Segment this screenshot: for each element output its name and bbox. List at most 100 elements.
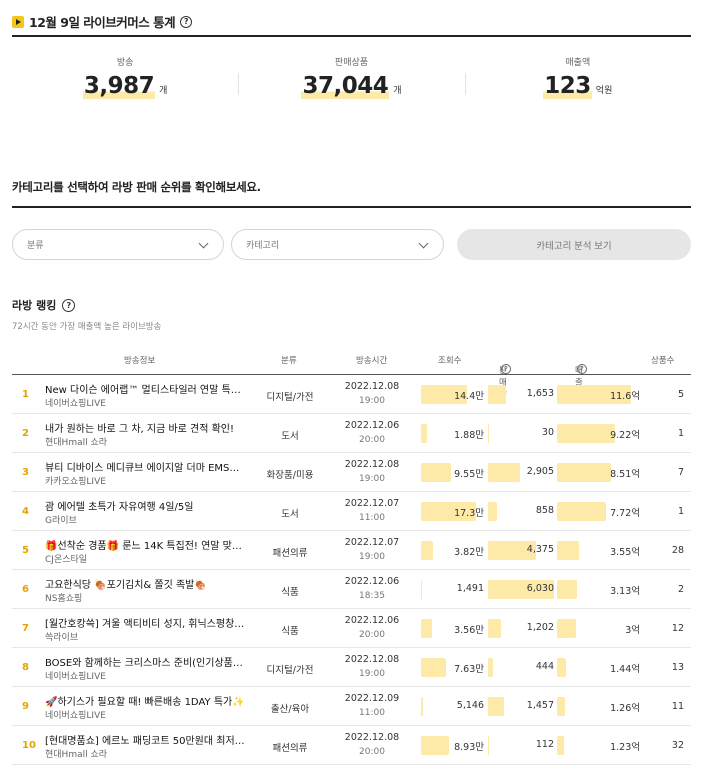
broadcast-title[interactable]: 고요한식당 🍖포기김치& 쫄깃 족발🍖	[45, 576, 245, 591]
broadcast-title[interactable]: BOSE와 함께하는 크리스마스 준비(인기상품…	[45, 654, 245, 669]
broadcast-date: 2022.12.06	[344, 576, 400, 587]
rank-number: 3	[22, 467, 29, 478]
broadcast-title[interactable]: 괌 에어텔 초특가 자유여행 4일/5일	[45, 498, 245, 513]
category-cell: 도서	[281, 431, 299, 442]
sales-bar	[488, 385, 506, 404]
channel-name: 현대Hmall 쇼라	[45, 438, 108, 448]
sales-cell: 1,202	[488, 619, 554, 638]
category-cell: 패션의류	[272, 743, 308, 754]
sales-value: 1,202	[526, 622, 554, 633]
table-row[interactable]: 4 괌 에어텔 초특가 자유여행 4일/5일 G라이브 도서 2022.12.07 11:…	[12, 492, 691, 531]
views-cell: 3.82만	[421, 541, 484, 560]
broadcast-date: 2022.12.08	[344, 732, 400, 743]
section-title: 카테고리를 선택하여 라방 판매 순위를 확인해보세요.	[12, 176, 691, 208]
col-views[interactable]: 조회수	[438, 354, 461, 366]
stat-broadcasts: 방송 3,987 개	[12, 55, 238, 110]
col-goods[interactable]: 상품수	[651, 354, 674, 366]
broadcast-date: 2022.12.06	[344, 615, 400, 626]
views-bar	[421, 580, 423, 599]
stat-products: 판매상품 37,044 개	[238, 55, 464, 110]
channel-name: 현대Hmall 쇼라	[45, 750, 108, 760]
sales-bar	[488, 658, 493, 677]
stat-label: 매출액	[565, 58, 591, 68]
broadcast-title[interactable]: 🎁선착순 경품🎁 룬느 14K 특집전! 연말 맞…	[45, 537, 245, 552]
category-cell: 화장품/미용	[266, 470, 314, 481]
col-info: 방송정보	[124, 356, 156, 366]
table-row[interactable]: 5 🎁선착순 경품🎁 룬느 14K 특집전! 연말 맞… CJ온스타일 패션의류 202…	[12, 531, 691, 570]
views-cell: 14.4만	[421, 385, 484, 404]
ranking-subtitle: 72시간 동안 가장 매출액 높은 라이브방송	[12, 322, 162, 332]
classification-select[interactable]: 분류	[12, 229, 224, 260]
table-row[interactable]: 1 New 다이슨 에어랩™ 멀티스타일러 연말 특… 네이버쇼핑LIVE 디지털/가…	[12, 375, 691, 414]
help-icon[interactable]: ?	[577, 364, 587, 374]
broadcast-title[interactable]: [현대명품쇼] 에르노 패딩코트 50만원대 최저…	[45, 732, 245, 747]
page-header: 12월 9일 라이브커머스 통계 ?	[12, 8, 691, 37]
help-icon[interactable]: ?	[501, 364, 511, 374]
rank-number: 5	[22, 545, 29, 556]
revenue-value: 1.23억	[610, 742, 640, 753]
table-row[interactable]: 7 [월간호캉쓱] 겨울 액티비티 성지, 휘닉스평창… 쓱라이브 식품 2022.12…	[12, 609, 691, 648]
category-cell: 패션의류	[272, 548, 308, 559]
category-analyze-button[interactable]: 카테고리 분석 보기	[457, 229, 691, 260]
table-row[interactable]: 10 [현대명품쇼] 에르노 패딩코트 50만원대 최저… 현대Hmall 쇼라 패션…	[12, 726, 691, 765]
revenue-bar	[557, 658, 567, 677]
channel-name: 네이버쇼핑LIVE	[45, 399, 106, 409]
views-cell: 7.63만	[421, 658, 484, 677]
category-cell: 출산/육아	[270, 704, 310, 715]
table-row[interactable]: 2 내가 원하는 바로 그 차, 지금 바로 견적 확인! 현대Hmall 쇼라 도서…	[12, 414, 691, 453]
rank-number: 1	[22, 389, 29, 400]
sales-cell: 112	[488, 736, 554, 755]
channel-name: 쓱라이브	[45, 633, 79, 643]
sales-value: 1,653	[526, 388, 554, 399]
goods-count: 28	[671, 545, 684, 556]
sales-value: 444	[535, 661, 554, 672]
table-row[interactable]: 6 고요한식당 🍖포기김치& 쫄깃 족발🍖 NS홈쇼핑 식품 2022.12.06 18:…	[12, 570, 691, 609]
revenue-bar	[557, 736, 565, 755]
views-bar	[421, 424, 427, 443]
table-row[interactable]: 9 🚀하기스가 필요할 때! 빠른배송 1DAY 특가✨ 네이버쇼핑LIVE 출산/육…	[12, 687, 691, 726]
help-icon[interactable]: ?	[180, 15, 193, 28]
views-bar	[421, 463, 452, 482]
revenue-value: 7.72억	[610, 508, 640, 519]
goods-count: 1	[677, 506, 684, 517]
revenue-cell: 1.23억	[557, 736, 640, 755]
help-icon[interactable]: ?	[62, 298, 76, 312]
revenue-value: 9.22억	[610, 430, 640, 441]
broadcast-date: 2022.12.08	[344, 381, 400, 392]
goods-count: 12	[671, 623, 684, 634]
views-cell: 8.93만	[421, 736, 484, 755]
broadcast-title[interactable]: 뷰티 디바이스 메디큐브 에이지알 더마 EMS…	[45, 459, 245, 474]
sales-cell: 30	[488, 424, 554, 443]
category-select[interactable]: 카테고리	[231, 229, 444, 260]
revenue-bar	[557, 619, 577, 638]
table-row[interactable]: 8 BOSE와 함께하는 크리스마스 준비(인기상품… 네이버쇼핑LIVE 디지털/가…	[12, 648, 691, 687]
sales-cell: 1,653	[488, 385, 554, 404]
broadcast-time: 11:00	[359, 513, 385, 523]
broadcast-title[interactable]: [월간호캉쓱] 겨울 액티비티 성지, 휘닉스평창…	[45, 615, 245, 630]
revenue-cell: 8.51억	[557, 463, 640, 482]
col-category: 분류	[281, 356, 297, 366]
rank-number: 6	[22, 584, 29, 595]
views-value: 8.93만	[454, 742, 484, 753]
stat-value: 3,987	[82, 73, 156, 99]
goods-count: 7	[677, 467, 684, 478]
broadcast-title[interactable]: New 다이슨 에어랩™ 멀티스타일러 연말 특…	[45, 381, 245, 396]
category-cell: 도서	[281, 509, 299, 520]
stat-label: 판매상품	[334, 58, 369, 68]
stats-summary: 방송 3,987 개 판매상품 37,044 개 매출액 123 억원	[12, 55, 691, 110]
rank-number: 4	[22, 506, 29, 517]
revenue-cell: 1.44억	[557, 658, 640, 677]
broadcast-date: 2022.12.08	[344, 459, 400, 470]
revenue-cell: 7.72억	[557, 502, 640, 521]
broadcast-title[interactable]: 내가 원하는 바로 그 차, 지금 바로 견적 확인!	[45, 420, 245, 435]
table-row[interactable]: 3 뷰티 디바이스 메디큐브 에이지알 더마 EMS… 카카오쇼핑LIVE 화장품/미…	[12, 453, 691, 492]
broadcast-title[interactable]: 🚀하기스가 필요할 때! 빠른배송 1DAY 특가✨	[45, 693, 245, 708]
rank-number: 9	[22, 701, 29, 712]
revenue-value: 3.13억	[610, 586, 640, 597]
views-value: 5,146	[456, 700, 484, 711]
sales-bar	[488, 502, 498, 521]
views-cell: 9.55만	[421, 463, 484, 482]
stat-unit: 개	[159, 86, 168, 96]
table-header: 방송정보 분류 방송시간 조회수 판매량? 매출액? 상품수	[12, 344, 691, 400]
broadcast-date: 2022.12.09	[344, 693, 400, 704]
